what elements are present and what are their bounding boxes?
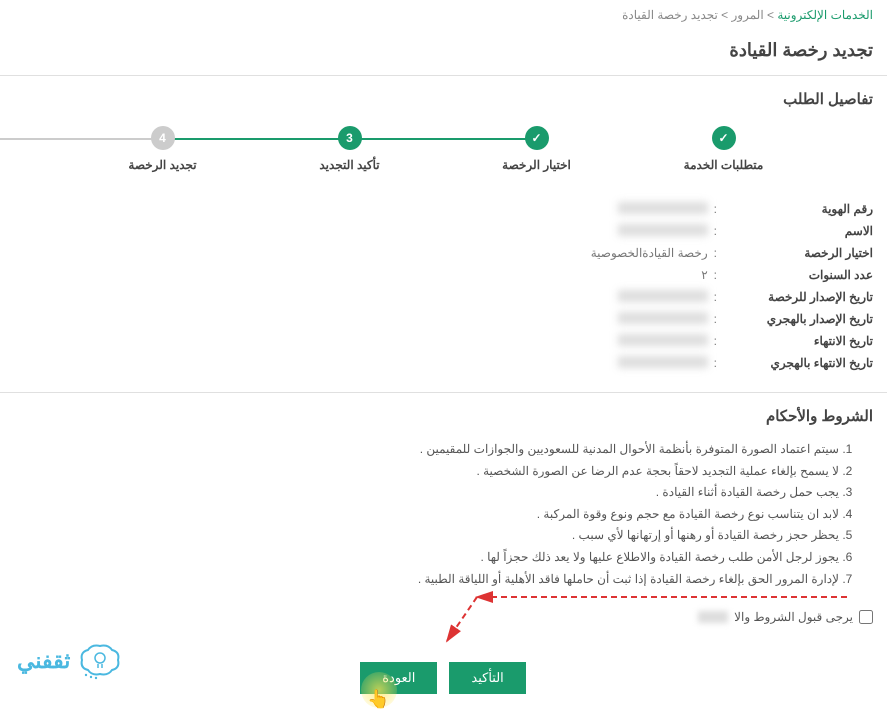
detail-label: رقم الهوية (724, 202, 874, 216)
detail-value: رخصة القيادةالخصوصية (592, 246, 709, 260)
detail-separator: : (715, 290, 718, 304)
detail-separator: : (715, 202, 718, 216)
detail-row: اختيار الرخصة: رخصة القيادةالخصوصية (14, 242, 874, 264)
confirm-button[interactable]: التأكيد (450, 662, 526, 694)
breadcrumb-sep: > (765, 8, 779, 22)
page-title: تجديد رخصة القيادة (0, 30, 888, 76)
breadcrumb: الخدمات الإلكترونية > المرور > تجديد رخص… (0, 0, 888, 30)
button-row: التأكيد العودة 👆 (0, 634, 888, 714)
term-item: يحظر حجز رخصة القيادة أو رهنها أو إرتهان… (30, 525, 840, 547)
detail-separator: : (715, 224, 718, 238)
step-renew-license: 4 تجديد الرخصة (70, 126, 257, 172)
detail-row: رقم الهوية: (14, 198, 874, 220)
detail-separator: : (715, 312, 718, 326)
breadcrumb-item[interactable]: المرور (733, 8, 765, 22)
term-item: لا يسمح بإلغاء عملية التجديد لاحقاً بحجة… (30, 461, 840, 483)
term-item: يجوز لرجل الأمن طلب رخصة القيادة والاطلا… (30, 547, 840, 569)
accept-terms-checkbox[interactable] (860, 610, 874, 624)
blurred-value (619, 334, 709, 346)
detail-row: تاريخ الإصدار بالهجري: (14, 308, 874, 330)
term-item: سيتم اعتماد الصورة المتوفرة بأنظمة الأحو… (30, 439, 840, 461)
detail-separator: : (715, 246, 718, 260)
breadcrumb-link[interactable]: الخدمات الإلكترونية (778, 8, 874, 22)
step-label: تأكيد التجديد (320, 158, 380, 172)
blurred-text (699, 611, 729, 623)
detail-label: تاريخ الانتهاء بالهجري (724, 356, 874, 370)
term-item: يجب حمل رخصة القيادة أثناء القيادة . (30, 482, 840, 504)
detail-label: الاسم (724, 224, 874, 238)
lightbulb-icon (79, 642, 123, 680)
detail-label: تاريخ الإصدار بالهجري (724, 312, 874, 326)
detail-label: عدد السنوات (724, 268, 874, 282)
step-confirm-renewal: 3 تأكيد التجديد (257, 126, 444, 172)
blurred-value (619, 202, 709, 214)
step-requirements: ✓ متطلبات الخدمة (631, 126, 818, 172)
detail-separator: : (715, 334, 718, 348)
step-label: تجديد الرخصة (129, 158, 197, 172)
breadcrumb-sep: > (719, 8, 733, 22)
detail-value: ٢ (702, 268, 708, 282)
step-label: اختيار الرخصة (503, 158, 572, 172)
back-button[interactable]: العودة (361, 662, 438, 694)
step-select-license: ✓ اختيار الرخصة (444, 126, 631, 172)
section-terms-title: الشروط والأحكام (0, 393, 888, 435)
detail-row: تاريخ الإصدار للرخصة: (14, 286, 874, 308)
term-item: لإدارة المرور الحق بإلغاء رخصة القيادة إ… (30, 569, 840, 591)
logo-text: ثقفني (18, 648, 71, 674)
blurred-value (619, 312, 709, 324)
step-number-icon: 3 (339, 126, 363, 150)
detail-label: تاريخ الانتهاء (724, 334, 874, 348)
blurred-value (619, 356, 709, 368)
step-number-icon: 4 (152, 126, 176, 150)
accept-terms-row: يرجى قبول الشروط والا (0, 600, 888, 634)
detail-label: اختيار الرخصة (724, 246, 874, 260)
accept-terms-label: يرجى قبول الشروط والا (735, 610, 854, 624)
blurred-value (619, 224, 709, 236)
logo: ثقفني (18, 642, 123, 680)
term-item: لابد ان يتناسب نوع رخصة القيادة مع حجم و… (30, 504, 840, 526)
terms-list: سيتم اعتماد الصورة المتوفرة بأنظمة الأحو… (0, 435, 888, 600)
detail-row: تاريخ الانتهاء: (14, 330, 874, 352)
stepper: ✓ متطلبات الخدمة ✓ اختيار الرخصة 3 تأكيد… (0, 118, 888, 190)
detail-separator: : (715, 356, 718, 370)
check-icon: ✓ (526, 126, 550, 150)
detail-row: الاسم: (14, 220, 874, 242)
check-icon: ✓ (713, 126, 737, 150)
detail-label: تاريخ الإصدار للرخصة (724, 290, 874, 304)
detail-row: عدد السنوات:٢ (14, 264, 874, 286)
details-list: رقم الهوية:الاسم:اختيار الرخصة:رخصة القي… (0, 190, 888, 382)
step-label: متطلبات الخدمة (685, 158, 765, 172)
detail-row: تاريخ الانتهاء بالهجري: (14, 352, 874, 374)
blurred-value (619, 290, 709, 302)
breadcrumb-current: تجديد رخصة القيادة (623, 8, 719, 22)
section-details-title: تفاصيل الطلب (0, 76, 888, 118)
detail-separator: : (715, 268, 718, 282)
